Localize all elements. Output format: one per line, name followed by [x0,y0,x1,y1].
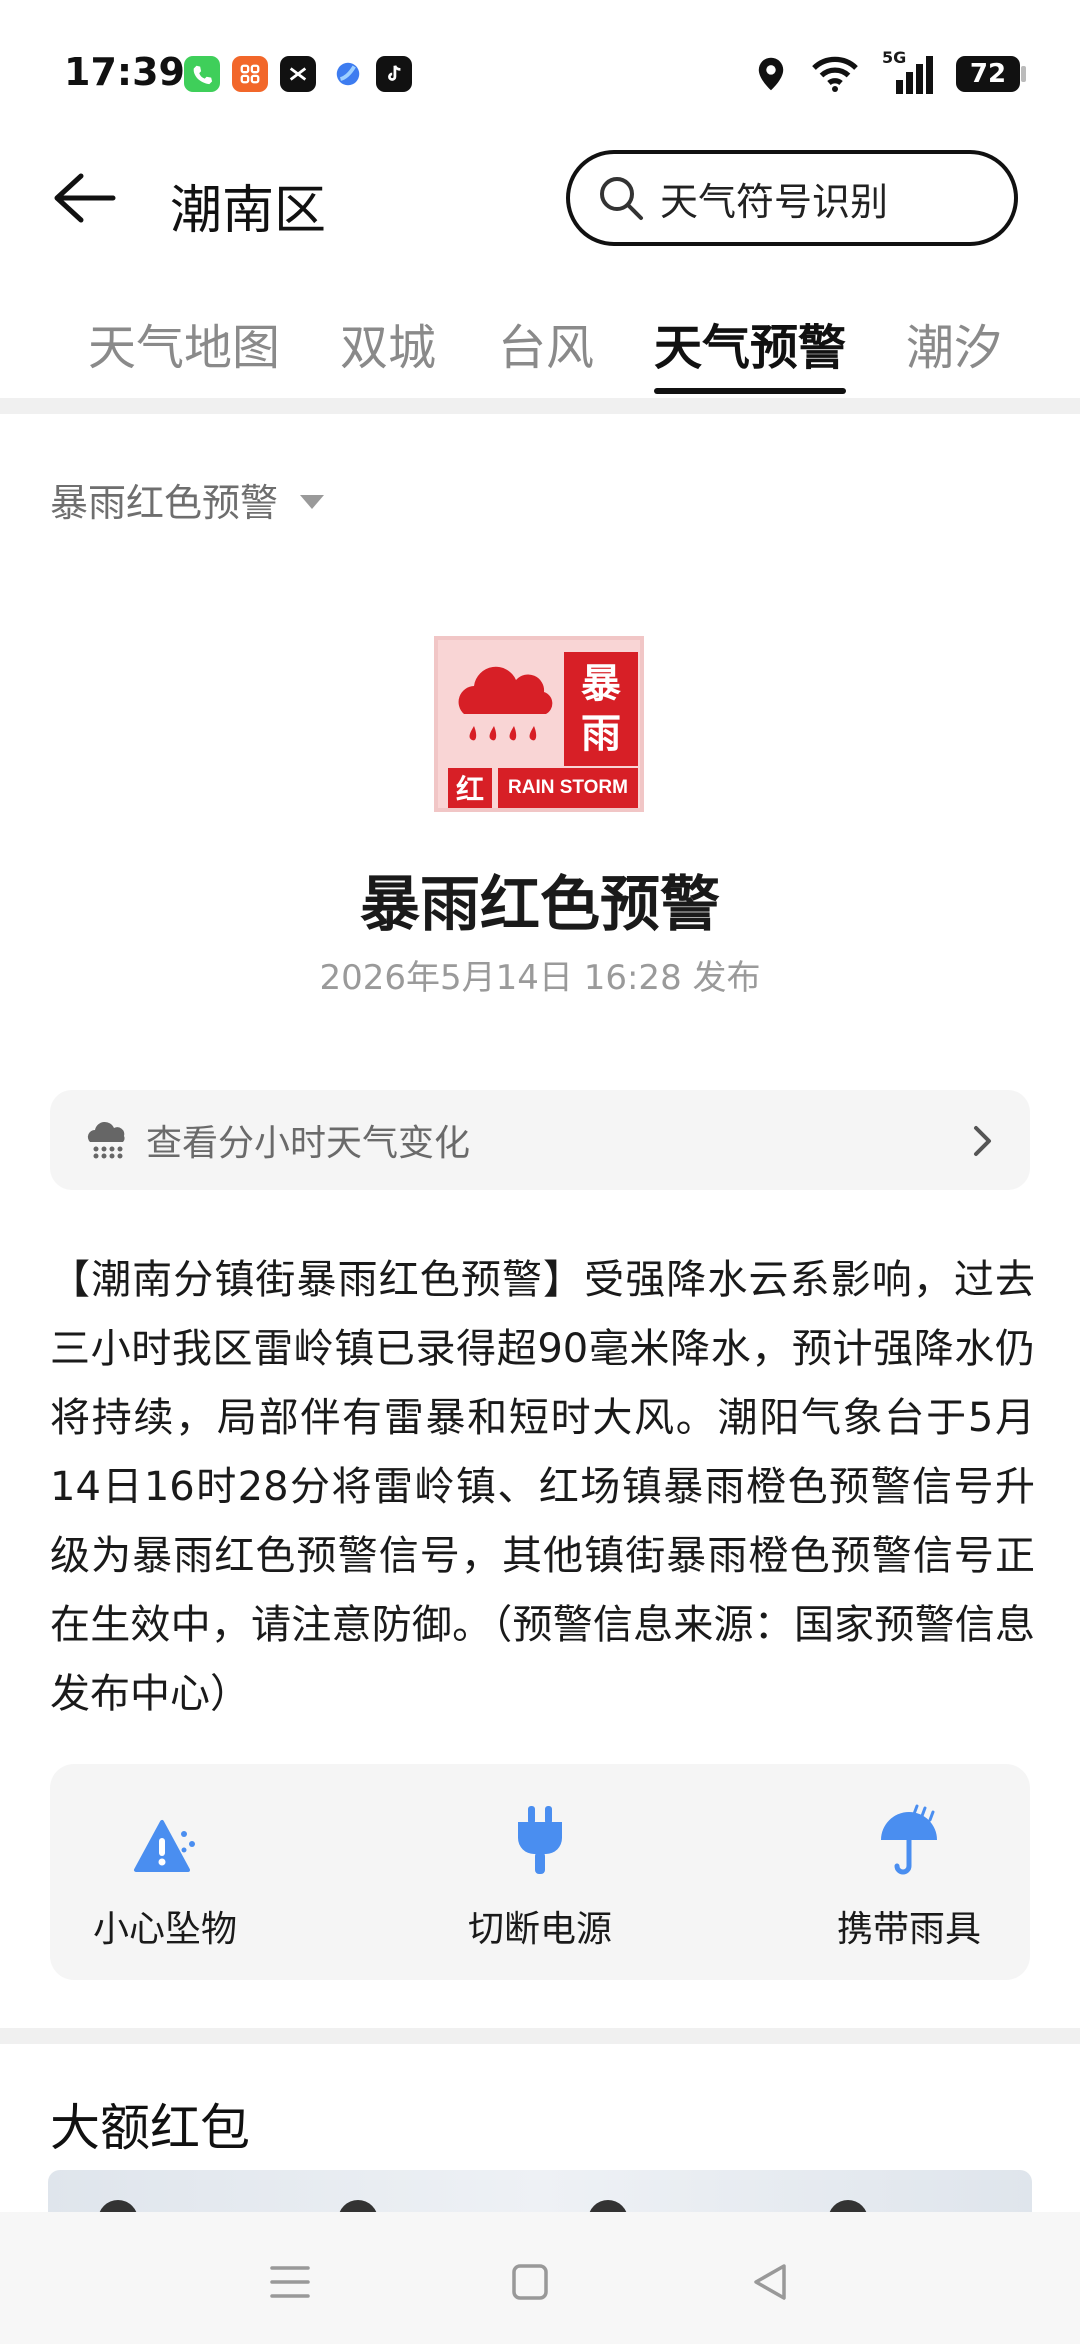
tip-carry-umbrella: 携带雨具 [794,1800,1024,1952]
tip-cut-power: 切断电源 [425,1800,655,1952]
chevron-right-icon [974,1126,991,1156]
umbrella-icon [881,1804,937,1875]
badge-chars: 暴 雨 [564,652,638,766]
hourly-weather-link[interactable]: 查看分小时天气变化 [50,1090,1030,1190]
status-time: 17:39 [64,50,185,94]
status-bar: 17:39 5G 72 [0,0,1080,150]
battery-icon: 72 [956,56,1026,92]
badge-label: RAIN STORM [498,768,638,808]
rain-cloud-small-icon [87,1121,125,1159]
system-nav-bar [0,2212,1080,2344]
badge-char-bottom: 雨 [581,711,621,757]
caret-down-icon [300,494,325,509]
safety-tips-panel: 小心坠物 切断电源 携带雨具 [50,1764,1030,1980]
rainstorm-red-warning-badge: 暴 雨 红 RAIN STORM [434,636,644,812]
back-arrow-icon [54,173,116,223]
battery-level: 72 [969,59,1007,89]
divider [0,2028,1080,2044]
home-button[interactable] [500,2252,560,2312]
browser-app-icon [330,56,366,92]
wifi-icon [812,56,858,92]
tab-weather-map[interactable]: 天气地图 [88,308,280,378]
menu-icon [270,2266,310,2298]
tab-typhoon[interactable]: 台风 [498,308,594,378]
tab-tide[interactable]: 潮汐 [906,308,1002,378]
alert-publish-time: 2026年5月14日 16:28 发布 [319,958,761,998]
phone-app-icon [184,56,220,92]
tip-falling-objects: 小心坠物 [50,1800,280,1952]
badge-level: 红 [448,768,492,808]
tab-dual-city[interactable]: 双城 [340,308,436,378]
weather-symbol-search-button[interactable]: 天气符号识别 [566,150,1018,246]
active-tab-indicator [654,388,846,394]
hourly-link-label: 查看分小时天气变化 [146,1123,471,1164]
back-button[interactable] [48,168,120,228]
power-plug-icon [518,1806,562,1874]
tiktok-app-icon [376,56,412,92]
falling-object-warning-icon [134,1820,195,1872]
signal-icon: 5G [882,48,934,94]
grid-app-icon [232,56,268,92]
tab-weather-warning[interactable]: 天气预警 [654,308,846,378]
warning-type-dropdown[interactable]: 暴雨红色预警 [50,472,325,527]
home-square-icon [512,2264,548,2300]
tip-label: 小心坠物 [92,1909,237,1950]
tip-label: 携带雨具 [836,1909,981,1950]
search-label: 天气符号识别 [660,179,889,224]
page-title: 潮南区 [170,181,327,241]
alert-title: 暴雨红色预警 [360,870,720,940]
rain-cloud-icon [458,666,553,741]
status-indicators: 5G 72 [754,48,1026,94]
section-title: 大额红包 [50,2099,250,2157]
back-triangle-icon [754,2264,786,2300]
warning-type-selected: 暴雨红色预警 [50,481,279,525]
search-icon [600,177,643,220]
capcut-app-icon [280,56,316,92]
divider [0,398,1080,414]
menu-button[interactable] [260,2252,320,2312]
tab-bar: 天气地图 双城 台风 天气预警 潮汐 [0,290,1080,400]
alert-description: 【潮南分镇街暴雨红色预警】受强降水云系影响，过去三小时我区雷岭镇已录得超90毫米… [50,1257,1035,1717]
location-icon [758,57,784,91]
badge-char-top: 暴 [581,661,621,707]
tip-label: 切断电源 [467,1909,612,1950]
back-nav-button[interactable] [740,2252,800,2312]
network-type: 5G [882,48,907,67]
